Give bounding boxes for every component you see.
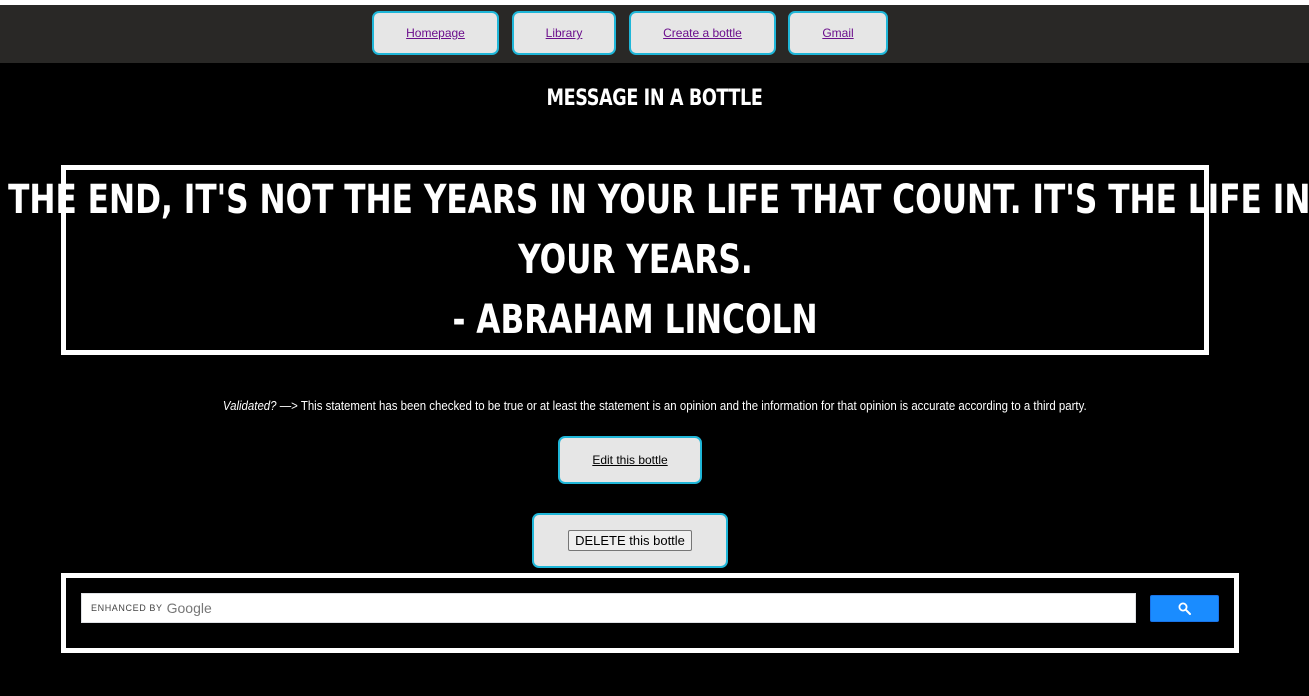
page-title: MESSAGE IN A BOTTLE bbox=[546, 86, 763, 111]
edit-bottle-link[interactable]: Edit this bottle bbox=[592, 453, 667, 467]
validation-text: This statement has been checked to be tr… bbox=[300, 398, 1087, 413]
top-navbar: Homepage Library Create a bottle Gmail bbox=[0, 5, 1309, 63]
search-icon bbox=[1178, 602, 1191, 615]
search-button[interactable] bbox=[1150, 595, 1219, 622]
nav-gmail-button[interactable]: Gmail bbox=[788, 11, 888, 55]
delete-bottle-button[interactable]: DELETE this bottle bbox=[568, 530, 692, 551]
nav-homepage-button[interactable]: Homepage bbox=[372, 11, 499, 55]
quote-text-line-2: YOUR YEARS. bbox=[517, 237, 753, 283]
validation-label: Validated? bbox=[222, 398, 277, 413]
nav-library-link[interactable]: Library bbox=[546, 26, 583, 40]
edit-bottle-button[interactable]: Edit this bottle bbox=[558, 436, 702, 484]
enhanced-by-label: ENHANCED BY bbox=[91, 603, 163, 613]
nav-create-bottle-button[interactable]: Create a bottle bbox=[629, 11, 776, 55]
validation-inner: Validated? —> This statement has been ch… bbox=[223, 398, 1087, 413]
validation-statement: Validated? —> This statement has been ch… bbox=[0, 398, 1309, 413]
nav-library-button[interactable]: Library bbox=[512, 11, 616, 55]
quote-author: - ABRAHAM LINCOLN bbox=[452, 297, 818, 343]
delete-bottle-container: DELETE this bottle bbox=[532, 513, 728, 568]
search-box: ENHANCED BY Google bbox=[61, 573, 1239, 653]
google-logo: Google bbox=[166, 600, 212, 616]
nav-homepage-link[interactable]: Homepage bbox=[406, 26, 465, 40]
quote-text-line-1: IN THE END, IT'S NOT THE YEARS IN YOUR L… bbox=[0, 177, 1309, 223]
quote-box: IN THE END, IT'S NOT THE YEARS IN YOUR L… bbox=[0, 165, 1309, 355]
nav-create-bottle-link[interactable]: Create a bottle bbox=[663, 26, 742, 40]
nav-gmail-link[interactable]: Gmail bbox=[822, 26, 853, 40]
search-input[interactable]: ENHANCED BY Google bbox=[81, 593, 1136, 623]
validation-arrow: —> bbox=[276, 398, 301, 413]
